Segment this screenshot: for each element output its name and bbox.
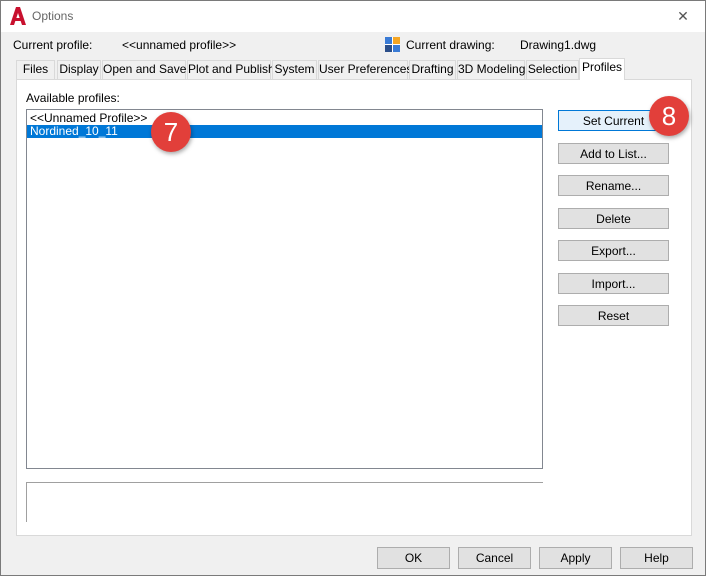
available-profiles-label: Available profiles: [26, 91, 120, 105]
title-bar: Options ✕ [1, 1, 705, 32]
options-dialog: Options ✕ Current profile: <<unnamed pro… [0, 0, 706, 576]
tab-drafting[interactable]: Drafting [409, 60, 456, 79]
reset-button[interactable]: Reset [558, 305, 669, 326]
step-badge-8: 8 [649, 96, 689, 136]
list-item-selected[interactable]: Nordined_10_11 [27, 125, 542, 138]
autocad-logo-icon [10, 7, 26, 25]
profile-description-box [26, 482, 543, 522]
window-title: Options [32, 9, 74, 23]
current-profile-label: Current profile: [13, 38, 93, 52]
import-button[interactable]: Import... [558, 273, 669, 294]
rename-button[interactable]: Rename... [558, 175, 669, 196]
close-button[interactable]: ✕ [661, 1, 705, 32]
help-button[interactable]: Help [620, 547, 693, 569]
step-badge-7: 7 [151, 112, 191, 152]
delete-button[interactable]: Delete [558, 208, 669, 229]
tab-3d-modeling[interactable]: 3D Modeling [457, 60, 525, 79]
tab-display[interactable]: Display [57, 60, 101, 79]
tab-plot-and-publish[interactable]: Plot and Publish [187, 60, 275, 79]
tab-selection[interactable]: Selection [526, 60, 579, 79]
tab-files[interactable]: Files [16, 60, 55, 79]
profiles-panel: Available profiles: <<Unnamed Profile>> … [16, 79, 692, 536]
tab-profiles[interactable]: Profiles [579, 58, 625, 80]
ok-button[interactable]: OK [377, 547, 450, 569]
export-button[interactable]: Export... [558, 240, 669, 261]
current-profile-value: <<unnamed profile>> [122, 38, 237, 52]
profiles-listbox[interactable]: <<Unnamed Profile>> Nordined_10_11 [26, 109, 543, 469]
close-icon: ✕ [677, 8, 689, 24]
tab-system[interactable]: System [272, 60, 317, 79]
add-to-list-button[interactable]: Add to List... [558, 143, 669, 164]
tab-open-and-save[interactable]: Open and Save [102, 60, 186, 79]
cancel-button[interactable]: Cancel [458, 547, 531, 569]
drawing-file-icon [385, 37, 400, 52]
apply-button[interactable]: Apply [539, 547, 612, 569]
current-drawing-label: Current drawing: [406, 38, 495, 52]
tab-user-preferences[interactable]: User Preferences [318, 60, 412, 79]
current-drawing-value: Drawing1.dwg [520, 38, 597, 52]
